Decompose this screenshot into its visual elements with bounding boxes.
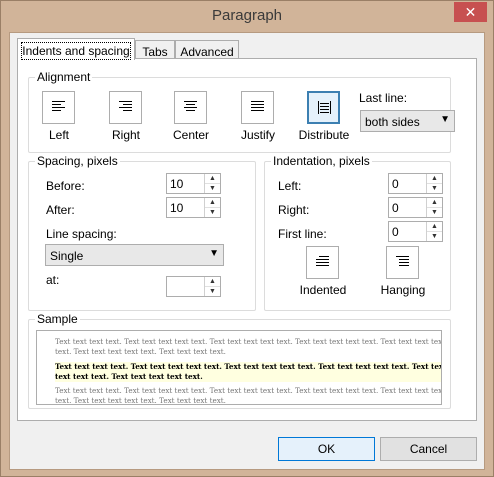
tab-label: Indents and spacing [21,42,131,60]
align-left-button[interactable] [42,91,75,124]
sample-preview: Text text text text. Text text text text… [36,330,442,405]
indent-right-label: Right: [278,203,310,217]
chevron-down-icon: ▼ [440,114,450,125]
line-spacing-label: Line spacing: [46,227,117,241]
indent-left-value: 0 [392,177,399,191]
align-distribute-label: Distribute [298,128,350,142]
dialog-title: Paragraph [211,7,283,24]
after-label: After: [46,203,75,217]
spacing-group-label: Spacing, pixels [35,154,120,168]
spin-down-icon[interactable]: ▼ [205,208,220,217]
tab-indents-and-spacing[interactable]: Indents and spacing [17,38,135,60]
align-right-label: Right [111,128,140,142]
spin-down-icon[interactable]: ▼ [427,208,442,217]
hanging-button[interactable] [386,246,419,279]
after-spinner[interactable]: 10 ▲ ▼ [166,197,221,218]
spacing-group: Spacing, pixels Before: 10 ▲ ▼ After: 10 … [28,154,256,311]
spin-down-icon[interactable]: ▼ [427,184,442,193]
first-line-label: First line: [278,227,327,241]
align-justify-icon [251,101,264,111]
align-justify-button[interactable] [241,91,274,124]
indent-icon [316,256,329,266]
align-center-label: Center [172,128,210,142]
alignment-group: Alignment Left Right Center Justify Dist… [28,70,455,153]
sample-text-after: Text text text text. Text text text text… [55,386,442,405]
first-line-spinner[interactable]: 0 ▲ ▼ [388,221,443,242]
line-spacing-value: Single [50,249,84,263]
spin-down-icon[interactable]: ▼ [427,232,442,241]
paragraph-dialog: Paragraph ✕ Indents and spacing Tabs Adv… [0,0,494,477]
align-distribute-button[interactable] [307,91,340,124]
sample-group-label: Sample [35,312,80,326]
align-right-button[interactable] [109,91,142,124]
spin-down-icon[interactable]: ▼ [205,184,220,193]
align-left-label: Left [48,128,69,142]
spin-up-icon[interactable]: ▲ [205,198,220,208]
at-label: at: [46,273,60,287]
align-distribute-icon [318,101,331,114]
indent-left-spinner[interactable]: 0 ▲ ▼ [388,173,443,194]
spin-up-icon[interactable]: ▲ [427,222,442,232]
last-line-label: Last line: [359,91,408,105]
align-right-icon [119,101,132,111]
spin-up-icon[interactable]: ▲ [427,174,442,184]
before-label: Before: [46,179,85,193]
indent-right-value: 0 [392,201,399,215]
alignment-group-label: Alignment [35,70,93,84]
indentation-group: Indentation, pixels Left: 0 ▲ ▼ Right: 0 … [264,154,451,311]
before-value: 10 [170,177,184,191]
hanging-label: Hanging [380,283,426,297]
title-bar[interactable]: Paragraph ✕ [1,1,493,33]
first-line-value: 0 [392,225,399,239]
chevron-down-icon: ▼ [209,248,219,259]
sample-text-before: Text text text text. Text text text text… [55,337,442,356]
align-left-icon [52,101,65,111]
before-spinner[interactable]: 10 ▲ ▼ [166,173,221,194]
cancel-button[interactable]: Cancel [380,437,477,461]
indented-button[interactable] [306,246,339,279]
align-center-button[interactable] [174,91,207,124]
last-line-select[interactable]: both sides ▼ [360,110,455,132]
dialog-body: Indents and spacing Tabs Advanced Alignm… [9,32,485,470]
spin-up-icon[interactable]: ▲ [205,174,220,184]
indent-left-label: Left: [278,179,302,193]
spin-up-icon[interactable]: ▲ [427,198,442,208]
close-button[interactable]: ✕ [454,2,487,22]
align-center-icon [184,101,197,111]
spin-up-icon[interactable]: ▲ [205,277,220,287]
at-spinner[interactable]: ▲ ▼ [166,276,221,297]
ok-button[interactable]: OK [278,437,375,461]
last-line-value: both sides [365,115,420,129]
align-justify-label: Justify [240,128,275,142]
tab-label: Tabs [142,45,168,59]
hanging-indent-icon [396,256,409,266]
sample-text-current: Text text text text. Text text text text… [55,362,441,382]
tab-tabs[interactable]: Tabs [135,40,175,59]
after-value: 10 [170,201,184,215]
tab-label: Advanced [180,45,234,59]
indentation-group-label: Indentation, pixels [271,154,372,168]
line-spacing-select[interactable]: Single ▼ [45,244,224,266]
tab-panel: Alignment Left Right Center Justify Dist… [17,58,477,421]
indent-right-spinner[interactable]: 0 ▲ ▼ [388,197,443,218]
spin-down-icon[interactable]: ▼ [205,287,220,296]
indented-label: Indented [299,283,347,297]
tab-advanced[interactable]: Advanced [175,40,239,59]
